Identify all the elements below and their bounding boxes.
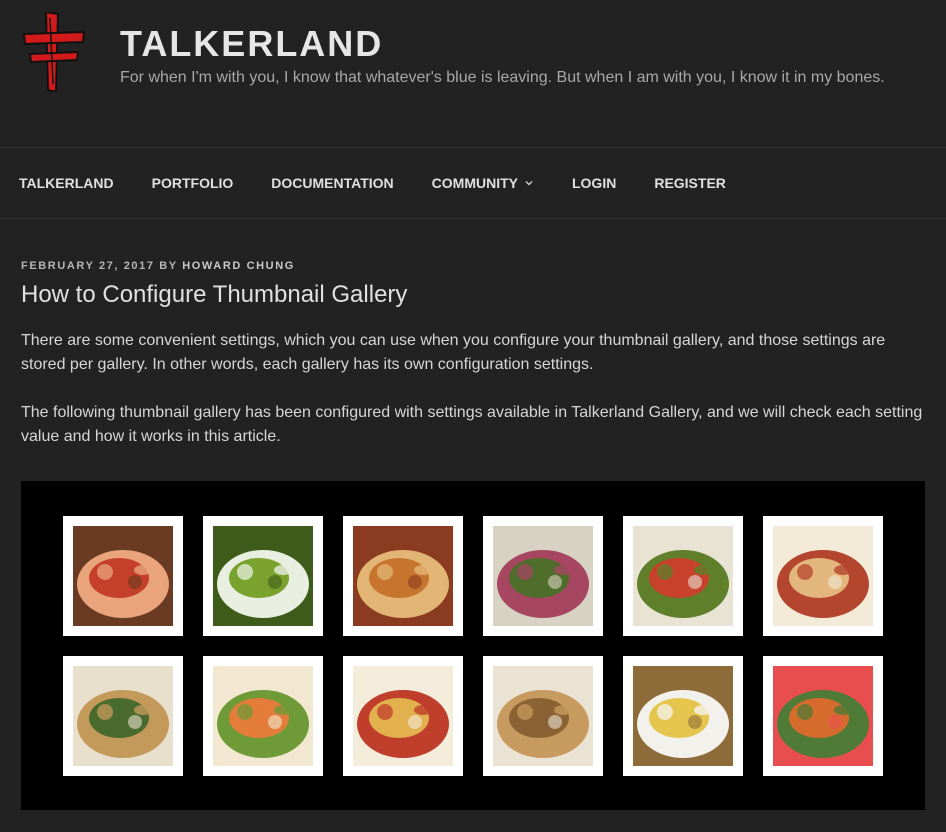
food-photo <box>493 526 593 626</box>
nav-item-label: COMMUNITY <box>431 175 518 191</box>
cross-logo-icon <box>22 10 86 94</box>
food-photo <box>353 666 453 766</box>
gallery-thumbnail[interactable] <box>203 516 323 636</box>
gallery-thumbnail[interactable] <box>343 516 463 636</box>
food-photo <box>773 526 873 626</box>
gallery-thumbnail[interactable] <box>483 516 603 636</box>
gallery-thumbnail[interactable] <box>623 516 743 636</box>
site-branding: TALKERLAND For when I'm with you, I know… <box>120 22 885 87</box>
post-paragraph: There are some convenient settings, whic… <box>21 332 886 373</box>
post-paragraph: The following thumbnail gallery has been… <box>21 404 923 445</box>
food-photo <box>773 666 873 766</box>
nav-item-login[interactable]: LOGIN <box>572 175 616 191</box>
post-title: How to Configure Thumbnail Gallery <box>21 281 408 308</box>
site-logo[interactable] <box>20 10 86 94</box>
post-content: There are some convenient settings, whic… <box>21 329 926 449</box>
nav-item-community[interactable]: COMMUNITY <box>432 175 534 191</box>
post-date[interactable]: FEBRUARY 27, 2017 <box>21 260 155 272</box>
thumbnail-gallery <box>21 481 925 810</box>
post-author[interactable]: HOWARD CHUNG <box>182 260 295 272</box>
nav-item-register[interactable]: REGISTER <box>654 175 726 191</box>
post-meta: FEBRUARY 27, 2017 BY HOWARD CHUNG <box>21 260 926 272</box>
gallery-thumbnail[interactable] <box>343 656 463 776</box>
nav-item-label: DOCUMENTATION <box>271 175 394 191</box>
site-header: TALKERLAND For when I'm with you, I know… <box>0 0 946 147</box>
gallery-thumbnail[interactable] <box>63 656 183 776</box>
food-photo <box>213 666 313 766</box>
gallery-thumbnail[interactable] <box>483 656 603 776</box>
food-photo <box>493 666 593 766</box>
site-title[interactable]: TALKERLAND <box>120 22 885 66</box>
main-navigation: TALKERLAND PORTFOLIO DOCUMENTATION COMMU… <box>0 147 946 219</box>
gallery-thumbnail[interactable] <box>63 516 183 636</box>
food-photo <box>353 526 453 626</box>
post-article: FEBRUARY 27, 2017 BY HOWARD CHUNG How to… <box>21 260 926 449</box>
nav-item-documentation[interactable]: DOCUMENTATION <box>271 175 393 191</box>
nav-item-talkerland[interactable]: TALKERLAND <box>19 175 114 191</box>
site-description: For when I'm with you, I know that whate… <box>120 69 885 86</box>
nav-item-label: TALKERLAND <box>19 175 114 191</box>
nav-item-label: LOGIN <box>571 175 617 191</box>
nav-item-label: REGISTER <box>654 175 726 191</box>
food-photo <box>73 526 173 626</box>
food-photo <box>213 526 313 626</box>
gallery-thumbnail[interactable] <box>763 516 883 636</box>
nav-item-label: PORTFOLIO <box>151 175 234 191</box>
food-photo <box>73 666 173 766</box>
gallery-thumbnail[interactable] <box>203 656 323 776</box>
food-photo <box>633 526 733 626</box>
gallery-thumbnail[interactable] <box>763 656 883 776</box>
post-by-label: BY <box>159 260 178 272</box>
food-photo <box>633 666 733 766</box>
nav-item-portfolio[interactable]: PORTFOLIO <box>152 175 234 191</box>
chevron-down-icon[interactable] <box>524 178 534 188</box>
gallery-thumbnail[interactable] <box>623 656 743 776</box>
